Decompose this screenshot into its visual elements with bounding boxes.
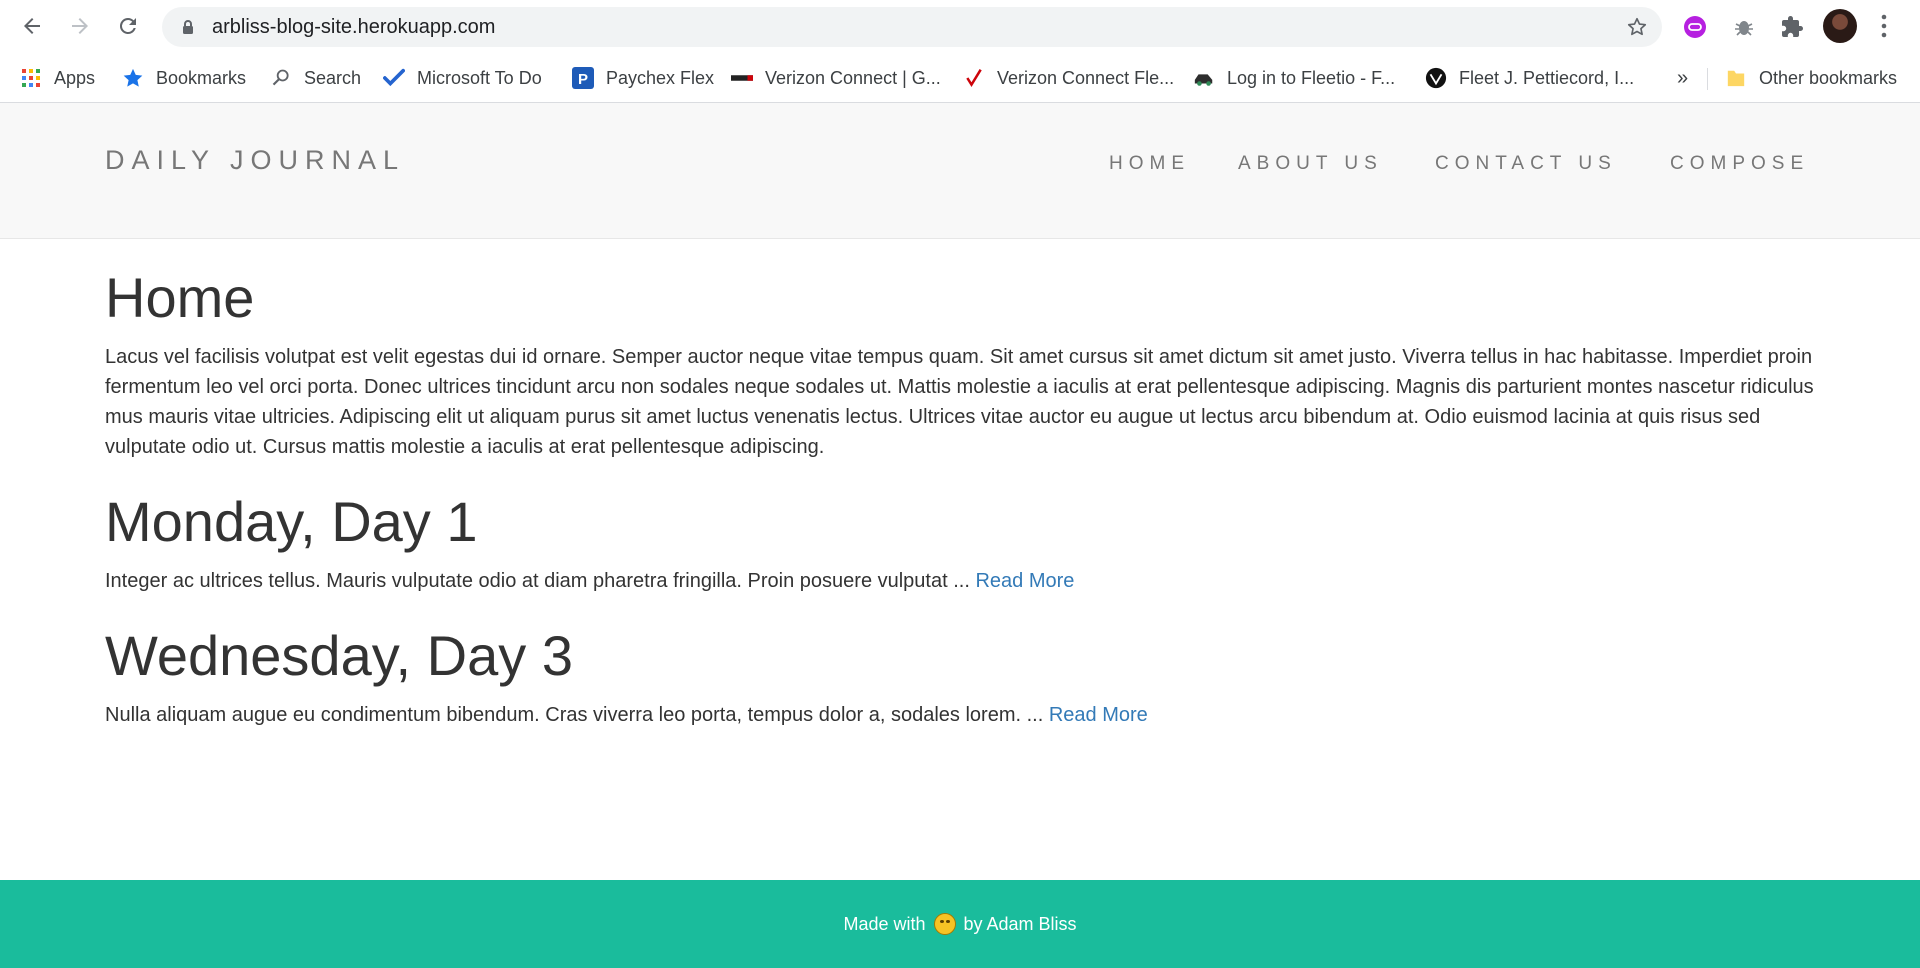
star-icon: [122, 67, 144, 89]
back-button[interactable]: [14, 8, 50, 44]
url-text: arbliss-blog-site.herokuapp.com: [212, 16, 496, 38]
post-excerpt: Nulla aliquam augue eu condimentum biben…: [105, 700, 1815, 730]
bookmark-other-bookmarks[interactable]: Other bookmarks: [1725, 64, 1897, 92]
nav-compose[interactable]: COMPOSE: [1670, 153, 1809, 175]
bookmark-label: Log in to Fleetio - F...: [1227, 67, 1396, 88]
footer-text-after: by Adam Bliss: [963, 913, 1077, 934]
bookmark-bookmarks[interactable]: Bookmarks: [122, 64, 246, 92]
bookmark-microsoft-todo[interactable]: Microsoft To Do: [383, 64, 542, 92]
browser-toolbar: arbliss-blog-site.herokuapp.com: [0, 0, 1920, 54]
reload-button[interactable]: [110, 8, 146, 44]
profile-avatar[interactable]: [1823, 9, 1857, 43]
bookmark-label: Bookmarks: [156, 67, 247, 88]
bookmark-label: Paychex Flex: [606, 67, 715, 88]
bookmark-label: Fleet J. Pettiecord, I...: [1459, 67, 1635, 88]
post-title: Wednesday, Day 3: [105, 624, 573, 687]
bookmark-label: Apps: [54, 67, 96, 88]
bookmarks-divider: [1707, 68, 1708, 90]
post-excerpt-text: Nulla aliquam augue eu condimentum biben…: [105, 704, 1049, 726]
footer-text-before: Made with: [843, 913, 926, 934]
read-more-link[interactable]: Read More: [1049, 704, 1148, 726]
todo-check-icon: [383, 67, 405, 89]
bookmark-search[interactable]: Search: [270, 64, 361, 92]
bookmark-fleetio[interactable]: Log in to Fleetio - F...: [1193, 64, 1395, 92]
extension-purple-icon[interactable]: [1682, 14, 1708, 40]
address-bar[interactable]: arbliss-blog-site.herokuapp.com: [162, 7, 1662, 47]
bookmark-label: Verizon Connect Fle...: [997, 67, 1175, 88]
bookmark-verizon-connect-g[interactable]: Verizon Connect | G...: [731, 64, 941, 92]
bookmark-star-icon[interactable]: [1626, 16, 1648, 38]
bookmark-fleet-pettiecord[interactable]: Fleet J. Pettiecord, I...: [1425, 64, 1634, 92]
intro-paragraph: Lacus vel facilisis volutpat est velit e…: [105, 346, 1814, 458]
read-more-link[interactable]: Read More: [975, 570, 1074, 592]
extensions-puzzle-icon[interactable]: [1779, 14, 1805, 40]
bookmark-paychex[interactable]: P Paychex Flex: [572, 64, 714, 92]
search-icon: [270, 67, 292, 89]
bookmarks-overflow-button[interactable]: »: [1677, 64, 1688, 92]
svg-text:P: P: [578, 71, 588, 88]
bookmarks-bar: Apps Bookmarks Search Microsoft To Do P …: [0, 54, 1920, 103]
bookmark-label: Search: [304, 67, 362, 88]
post-excerpt: Integer ac ultrices tellus. Mauris vulpu…: [105, 566, 1815, 596]
bookmark-apps[interactable]: Apps: [20, 64, 95, 92]
post-title: Monday, Day 1: [105, 490, 478, 553]
fleetio-icon: [1193, 67, 1215, 89]
nav-contact-us[interactable]: CONTACT US: [1435, 153, 1617, 175]
verizon-icon: [731, 67, 753, 89]
site-brand[interactable]: DAILY JOURNAL: [105, 145, 405, 176]
site-footer: Made with by Adam Bliss: [0, 880, 1920, 968]
post-excerpt-text: Integer ac ultrices tellus. Mauris vulpu…: [105, 570, 976, 592]
kebab-menu-icon[interactable]: [1872, 12, 1896, 40]
bookmark-label: Other bookmarks: [1759, 67, 1898, 88]
bookmark-label: Verizon Connect | G...: [765, 67, 941, 88]
forward-button[interactable]: [62, 8, 98, 44]
arrow-right-icon: [72, 18, 88, 34]
fleet-logo-icon: [1425, 67, 1447, 89]
site-navbar: DAILY JOURNAL HOME ABOUT US CONTACT US C…: [0, 103, 1920, 239]
bug-icon[interactable]: [1731, 14, 1757, 40]
apps-grid-icon: [20, 67, 42, 89]
folder-icon: [1725, 67, 1747, 89]
nav-home[interactable]: HOME: [1109, 153, 1190, 175]
arrow-left-icon: [24, 18, 40, 34]
laughing-emoji-icon: [933, 913, 956, 935]
nav-about-us[interactable]: ABOUT US: [1238, 153, 1383, 175]
bookmark-verizon-connect-fle[interactable]: Verizon Connect Fle...: [963, 64, 1174, 92]
verizon-check-icon: [963, 67, 985, 89]
reload-icon: [119, 17, 136, 34]
bookmark-label: Microsoft To Do: [417, 67, 542, 88]
lock-icon: [183, 20, 193, 34]
paychex-icon: P: [572, 67, 594, 89]
page-title: Home: [105, 266, 255, 329]
